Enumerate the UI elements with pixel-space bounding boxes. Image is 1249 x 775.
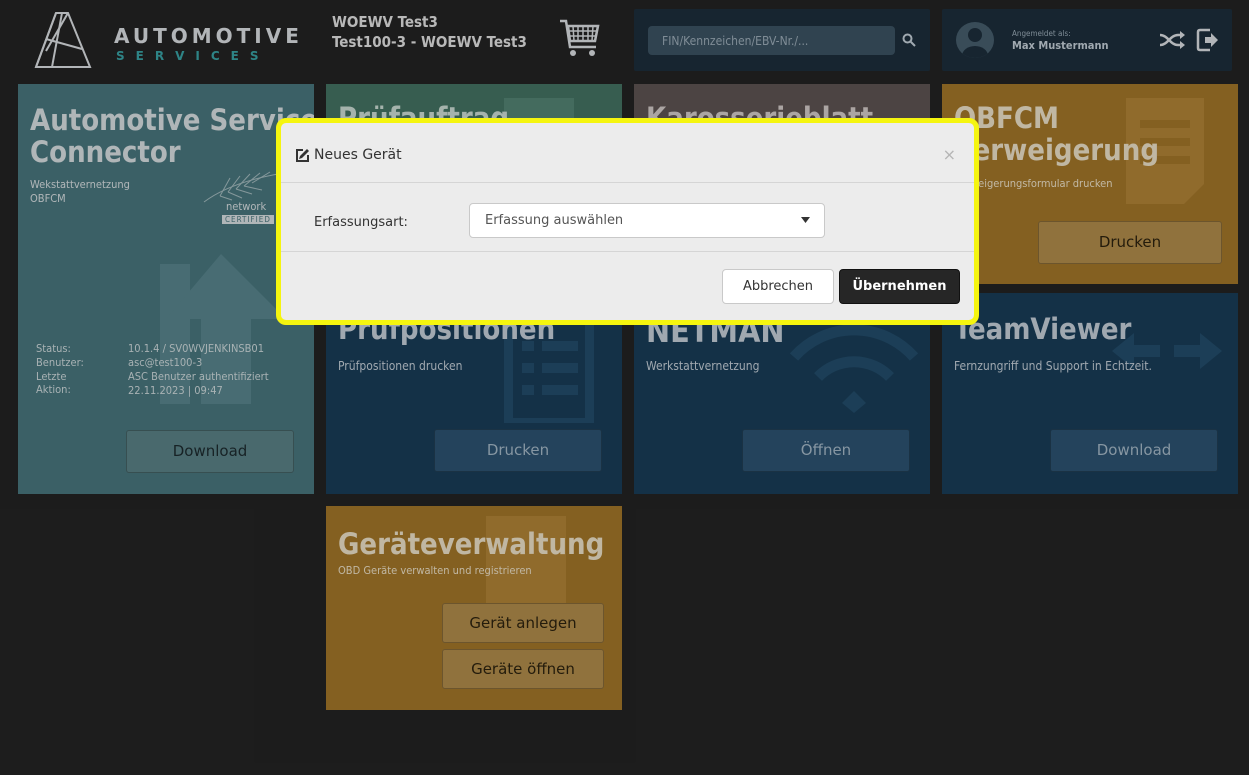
edit-icon <box>296 149 309 162</box>
dialog-header: Neues Gerät × <box>281 123 974 183</box>
dialog-title: Neues Gerät <box>314 147 402 163</box>
dialog-body: Erfassungsart: Erfassung auswählen <box>281 184 974 252</box>
new-device-dialog: Neues Gerät × Erfassungsart: Erfassung a… <box>276 118 979 325</box>
erfassungsart-label: Erfassungsart: <box>314 215 408 230</box>
apply-button[interactable]: Übernehmen <box>839 269 960 304</box>
cancel-button[interactable]: Abbrechen <box>722 269 834 304</box>
modal-backdrop[interactable] <box>0 0 1249 775</box>
chevron-down-icon <box>801 217 810 223</box>
close-icon[interactable]: × <box>943 145 956 164</box>
erfassungsart-select[interactable]: Erfassung auswählen <box>469 203 825 238</box>
select-value: Erfassung auswählen <box>485 213 624 228</box>
